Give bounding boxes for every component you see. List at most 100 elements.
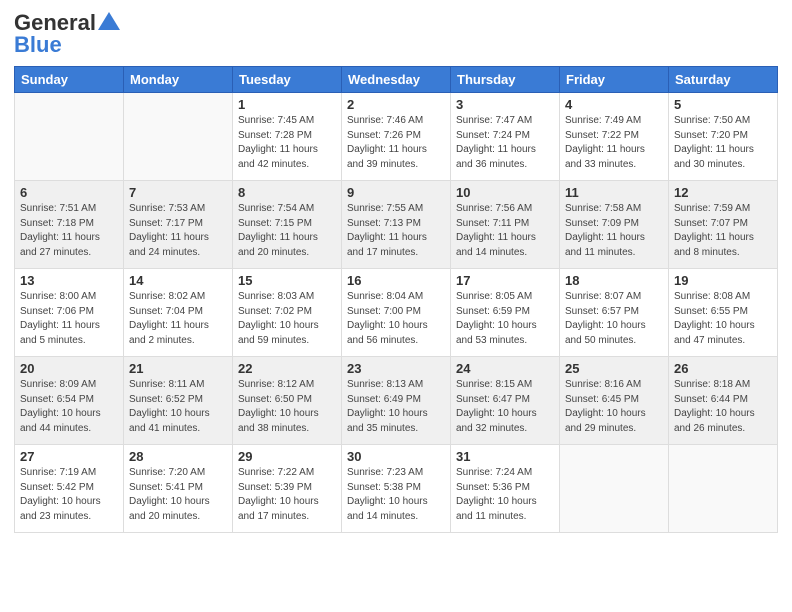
calendar-day-cell: 17 Sunrise: 8:05 AM Sunset: 6:59 PM Dayli… [451,269,560,357]
day-number: 25 [565,361,663,376]
day-number: 12 [674,185,772,200]
day-number: 31 [456,449,554,464]
day-info: Sunrise: 8:03 AM Sunset: 7:02 PM Dayligh… [238,290,336,348]
calendar-week-row: 13 Sunrise: 8:00 AM Sunset: 7:06 PM Dayli… [15,269,778,357]
day-info: Sunrise: 7:19 AM Sunset: 5:42 PM Dayligh… [20,466,118,524]
day-info: Sunrise: 7:47 AM Sunset: 7:24 PM Dayligh… [456,114,554,172]
day-number: 9 [347,185,445,200]
day-info: Sunrise: 7:45 AM Sunset: 7:28 PM Dayligh… [238,114,336,172]
day-number: 7 [129,185,227,200]
day-number: 13 [20,273,118,288]
day-number: 5 [674,97,772,112]
day-info: Sunrise: 7:24 AM Sunset: 5:36 PM Dayligh… [456,466,554,524]
calendar-day-cell: 18 Sunrise: 8:07 AM Sunset: 6:57 PM Dayli… [560,269,669,357]
day-number: 10 [456,185,554,200]
day-number: 26 [674,361,772,376]
calendar-day-cell: 6 Sunrise: 7:51 AM Sunset: 7:18 PM Daylig… [15,181,124,269]
day-info: Sunrise: 8:15 AM Sunset: 6:47 PM Dayligh… [456,378,554,436]
calendar-header-row: SundayMondayTuesdayWednesdayThursdayFrid… [15,67,778,93]
day-info: Sunrise: 8:09 AM Sunset: 6:54 PM Dayligh… [20,378,118,436]
calendar-day-cell: 10 Sunrise: 7:56 AM Sunset: 7:11 PM Dayli… [451,181,560,269]
day-info: Sunrise: 8:11 AM Sunset: 6:52 PM Dayligh… [129,378,227,436]
day-info: Sunrise: 8:13 AM Sunset: 6:49 PM Dayligh… [347,378,445,436]
day-number: 4 [565,97,663,112]
day-number: 17 [456,273,554,288]
calendar-day-cell: 12 Sunrise: 7:59 AM Sunset: 7:07 PM Dayli… [669,181,778,269]
calendar-week-row: 6 Sunrise: 7:51 AM Sunset: 7:18 PM Daylig… [15,181,778,269]
day-number: 1 [238,97,336,112]
day-number: 21 [129,361,227,376]
calendar-day-cell: 8 Sunrise: 7:54 AM Sunset: 7:15 PM Daylig… [233,181,342,269]
calendar-week-row: 20 Sunrise: 8:09 AM Sunset: 6:54 PM Dayli… [15,357,778,445]
day-info: Sunrise: 8:08 AM Sunset: 6:55 PM Dayligh… [674,290,772,348]
day-info: Sunrise: 8:07 AM Sunset: 6:57 PM Dayligh… [565,290,663,348]
day-number: 8 [238,185,336,200]
day-number: 18 [565,273,663,288]
day-info: Sunrise: 8:02 AM Sunset: 7:04 PM Dayligh… [129,290,227,348]
calendar-day-cell: 24 Sunrise: 8:15 AM Sunset: 6:47 PM Dayli… [451,357,560,445]
calendar-day-cell: 29Sunrise: 7:22 AM Sunset: 5:39 PM Dayli… [233,445,342,533]
calendar-day-header: Thursday [451,67,560,93]
day-number: 14 [129,273,227,288]
day-info: Sunrise: 8:16 AM Sunset: 6:45 PM Dayligh… [565,378,663,436]
calendar-day-cell: 21 Sunrise: 8:11 AM Sunset: 6:52 PM Dayli… [124,357,233,445]
calendar-day-cell: 23 Sunrise: 8:13 AM Sunset: 6:49 PM Dayli… [342,357,451,445]
logo: General Blue [14,10,120,58]
day-info: Sunrise: 8:05 AM Sunset: 6:59 PM Dayligh… [456,290,554,348]
calendar-day-cell [560,445,669,533]
calendar-day-cell: 27 Sunrise: 7:19 AM Sunset: 5:42 PM Dayli… [15,445,124,533]
day-info: Sunrise: 7:20 AM Sunset: 5:41 PM Dayligh… [129,466,227,524]
day-info: Sunrise: 7:46 AM Sunset: 7:26 PM Dayligh… [347,114,445,172]
day-info: Sunrise: 8:04 AM Sunset: 7:00 PM Dayligh… [347,290,445,348]
day-number: 22 [238,361,336,376]
day-number: 28 [129,449,227,464]
calendar-day-cell: 4 Sunrise: 7:49 AM Sunset: 7:22 PM Daylig… [560,93,669,181]
day-info: Sunrise: 7:56 AM Sunset: 7:11 PM Dayligh… [456,202,554,260]
calendar-day-cell: 15 Sunrise: 8:03 AM Sunset: 7:02 PM Dayli… [233,269,342,357]
header: General Blue [14,10,778,58]
day-info: Sunrise: 7:59 AM Sunset: 7:07 PM Dayligh… [674,202,772,260]
day-info: Sunrise: 8:12 AM Sunset: 6:50 PM Dayligh… [238,378,336,436]
day-number: 23 [347,361,445,376]
day-number: 6 [20,185,118,200]
calendar-day-cell: 14 Sunrise: 8:02 AM Sunset: 7:04 PM Dayli… [124,269,233,357]
day-number: 20 [20,361,118,376]
day-info: Sunrise: 7:54 AM Sunset: 7:15 PM Dayligh… [238,202,336,260]
calendar-day-cell [669,445,778,533]
calendar-day-cell [124,93,233,181]
calendar-day-cell: 3 Sunrise: 7:47 AM Sunset: 7:24 PM Daylig… [451,93,560,181]
day-number: 3 [456,97,554,112]
calendar-day-cell: 26 Sunrise: 8:18 AM Sunset: 6:44 PM Dayli… [669,357,778,445]
day-number: 27 [20,449,118,464]
calendar-day-header: Saturday [669,67,778,93]
calendar-day-cell: 13 Sunrise: 8:00 AM Sunset: 7:06 PM Dayli… [15,269,124,357]
calendar-day-cell: 1 Sunrise: 7:45 AM Sunset: 7:28 PM Daylig… [233,93,342,181]
day-number: 30 [347,449,445,464]
logo-icon [98,12,120,30]
calendar-day-header: Sunday [15,67,124,93]
day-info: Sunrise: 7:51 AM Sunset: 7:18 PM Dayligh… [20,202,118,260]
calendar-day-cell: 28 Sunrise: 7:20 AM Sunset: 5:41 PM Dayli… [124,445,233,533]
calendar-day-cell: 11Sunrise: 7:58 AM Sunset: 7:09 PM Dayli… [560,181,669,269]
calendar-day-header: Monday [124,67,233,93]
day-info: Sunrise: 7:58 AM Sunset: 7:09 PM Dayligh… [565,202,663,260]
calendar-day-cell: 9 Sunrise: 7:55 AM Sunset: 7:13 PM Daylig… [342,181,451,269]
day-info: Sunrise: 7:49 AM Sunset: 7:22 PM Dayligh… [565,114,663,172]
day-number: 24 [456,361,554,376]
day-number: 15 [238,273,336,288]
calendar-week-row: 27 Sunrise: 7:19 AM Sunset: 5:42 PM Dayli… [15,445,778,533]
day-number: 19 [674,273,772,288]
calendar-day-cell: 16Sunrise: 8:04 AM Sunset: 7:00 PM Dayli… [342,269,451,357]
calendar-week-row: 1 Sunrise: 7:45 AM Sunset: 7:28 PM Daylig… [15,93,778,181]
calendar-day-cell: 19 Sunrise: 8:08 AM Sunset: 6:55 PM Dayli… [669,269,778,357]
day-info: Sunrise: 8:00 AM Sunset: 7:06 PM Dayligh… [20,290,118,348]
calendar-day-header: Tuesday [233,67,342,93]
day-number: 2 [347,97,445,112]
calendar-day-cell: 5 Sunrise: 7:50 AM Sunset: 7:20 PM Daylig… [669,93,778,181]
day-info: Sunrise: 7:23 AM Sunset: 5:38 PM Dayligh… [347,466,445,524]
day-info: Sunrise: 7:50 AM Sunset: 7:20 PM Dayligh… [674,114,772,172]
calendar-day-cell: 2 Sunrise: 7:46 AM Sunset: 7:26 PM Daylig… [342,93,451,181]
calendar-day-cell: 30 Sunrise: 7:23 AM Sunset: 5:38 PM Dayli… [342,445,451,533]
day-info: Sunrise: 8:18 AM Sunset: 6:44 PM Dayligh… [674,378,772,436]
day-info: Sunrise: 7:55 AM Sunset: 7:13 PM Dayligh… [347,202,445,260]
